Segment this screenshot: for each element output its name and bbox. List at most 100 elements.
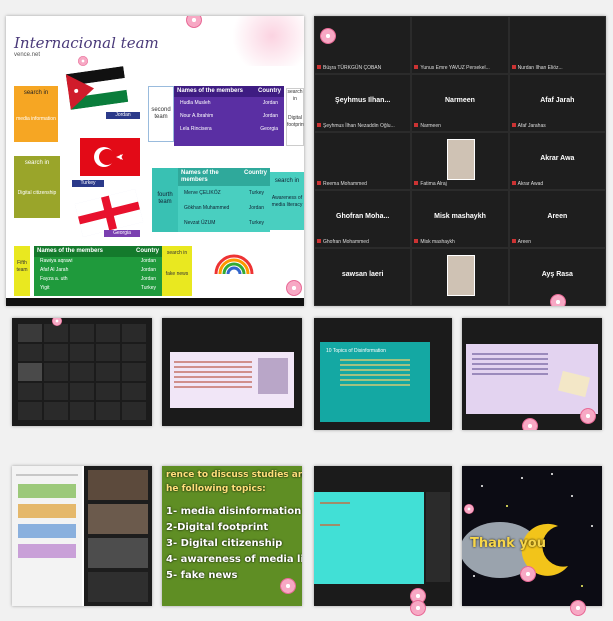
participant-tile: Nurdan Ilhan Eliöz... (508, 16, 606, 74)
participant-tile (122, 324, 146, 342)
slide-line-text: he following topics: (166, 484, 266, 494)
table-row: Merve ÇELIKÖZ Turkey (184, 190, 264, 196)
slide-image (557, 370, 591, 398)
members-table: Names of the members Country Hudla Musleh… (174, 86, 284, 146)
video-conference-grid: Büşra TÜRKGÜN ÇOBAN Yunus Emre YAVUZ Pers… (314, 16, 606, 306)
slide-content: 10 Topics of Disinformation (320, 342, 430, 422)
blossom-decoration (320, 28, 336, 44)
jordan-flag-icon (65, 66, 129, 110)
participant-tile (88, 572, 148, 602)
blossom-decoration (78, 56, 88, 66)
participant-label: Afaf Jarahas (512, 123, 546, 129)
search-topic-box: search in Digital footprint (286, 88, 304, 146)
members-table: Names of the members Country Merve ÇELIKÖ… (178, 168, 270, 232)
participant-tile: Reema Mohammed (314, 132, 412, 190)
participant-name: Akrar Awa (540, 155, 575, 163)
participant-tile (44, 402, 68, 420)
participant-tile (88, 504, 148, 534)
participant-tile: Akrar Awa Akrar Awad (508, 132, 606, 190)
document-image (18, 544, 76, 558)
slide-image (258, 358, 288, 394)
participant-tile: Misk mashaykh Misk mashaykh (411, 190, 509, 248)
participant-tile (44, 363, 68, 381)
team-assignment-slide: Internacional team vence.net Jordan Turk… (6, 16, 304, 306)
shared-slide-thumbnail (314, 466, 452, 606)
table-row: Gökhan Muhammed Jordan (184, 205, 264, 211)
topic-item: 2-Digital footprint (166, 522, 269, 533)
topic-item: 1- media disinformation (166, 506, 302, 517)
blossom-decoration (464, 504, 474, 514)
participant-tile (18, 382, 42, 401)
blossom-decoration (580, 408, 596, 424)
participant-tile (18, 363, 42, 381)
participant-tile (122, 363, 146, 381)
participant-label: Fatima Alraj (414, 181, 446, 187)
participant-name: Areen (547, 213, 568, 221)
participant-tile: Ghofran Moha... Ghofran Mohammed (314, 190, 412, 248)
blossom-decoration (410, 600, 426, 616)
participant-label: Yunus Emre YAVUZ Persekel... (414, 65, 489, 71)
shared-document-view (12, 466, 152, 606)
members-table: Names of the members Country Rawiya aqraw… (34, 246, 162, 296)
participant-tile (44, 324, 68, 342)
slide-title: Internacional team (14, 34, 159, 52)
participant-tile: Narmeen Narmeen (411, 74, 509, 132)
slide-line-text: rence to discuss studies and re (166, 470, 302, 480)
table-row: Lela Rincisera Georgia (180, 126, 278, 132)
slide-content (314, 492, 424, 584)
slide-subtitle: vence.net (14, 52, 41, 58)
jordan-label: Jordan (106, 112, 140, 119)
participant-tile (96, 402, 120, 420)
thank-you-slide: Thank you (462, 466, 602, 606)
participant-name: sawsan laeri (341, 271, 384, 279)
video-column (84, 466, 152, 606)
participant-tile: Areen Areen (508, 190, 606, 248)
participant-name: Ghofran Moha... (336, 213, 390, 221)
participant-tile (411, 248, 509, 306)
search-topic-box: search in Digital citizenship (14, 156, 60, 218)
search-topic-box: search in media information (14, 86, 58, 142)
participant-label: Narmeen (414, 123, 441, 129)
search-topic-box: search in Awareness of media literacy (270, 172, 304, 230)
participant-tile (18, 402, 42, 420)
participant-label: Reema Mohammed (317, 181, 367, 187)
document-page (12, 466, 82, 606)
participant-tile (122, 382, 146, 401)
participant-label: Akrar Awad (512, 181, 543, 187)
video-conference-grid-small (12, 318, 152, 426)
participant-tile (88, 470, 148, 500)
table-row: Fayza a. uth Jordan (40, 276, 156, 282)
georgia-label: Georgia (104, 230, 140, 237)
table-row: Afaf Al Jarah Jordan (40, 267, 156, 273)
slide-content (170, 352, 294, 408)
blossom-decoration (550, 294, 566, 306)
blossom-decoration (186, 16, 202, 28)
participant-video (446, 254, 476, 296)
participant-tile (70, 363, 94, 381)
participant-tile (96, 363, 120, 381)
document-image (18, 504, 76, 518)
participant-tile (18, 343, 42, 362)
participant-name: Ayş Rasa (541, 271, 573, 279)
document-image (18, 524, 76, 538)
participant-label: Büşra TÜRKGÜN ÇOBAN (317, 65, 381, 71)
table-row: Nevzat ÜZUM Turkey (184, 220, 264, 226)
shared-slide-thumbnail: 10 Topics of Disinformation (314, 318, 452, 430)
participant-name: Narmeen (445, 97, 475, 105)
table-row: Rawiya aqrawi Jordan (40, 258, 156, 264)
participant-tile: Şeyhmus Ilhan... Şeyhmus İlhan Nezaddin O… (314, 74, 412, 132)
blossom-decoration (570, 600, 586, 616)
participant-name: Afaf Jarah (540, 97, 575, 105)
participant-tile: Büşra TÜRKGÜN ÇOBAN (314, 16, 412, 74)
participant-label: Misk mashaykh (414, 239, 454, 245)
table-row: Nour A.Ibrahim Jordan (180, 113, 278, 119)
participant-grid (18, 324, 146, 420)
participant-label: Ghofran Mohammed (317, 239, 369, 245)
participant-video (446, 138, 476, 180)
participant-tile (88, 538, 148, 568)
blossom-decoration (286, 280, 302, 296)
participant-tile (96, 324, 120, 342)
thank-you-text: Thank you (470, 536, 546, 551)
participant-name: Misk mashaykh (434, 213, 486, 221)
team-label: fourth team (152, 168, 178, 232)
